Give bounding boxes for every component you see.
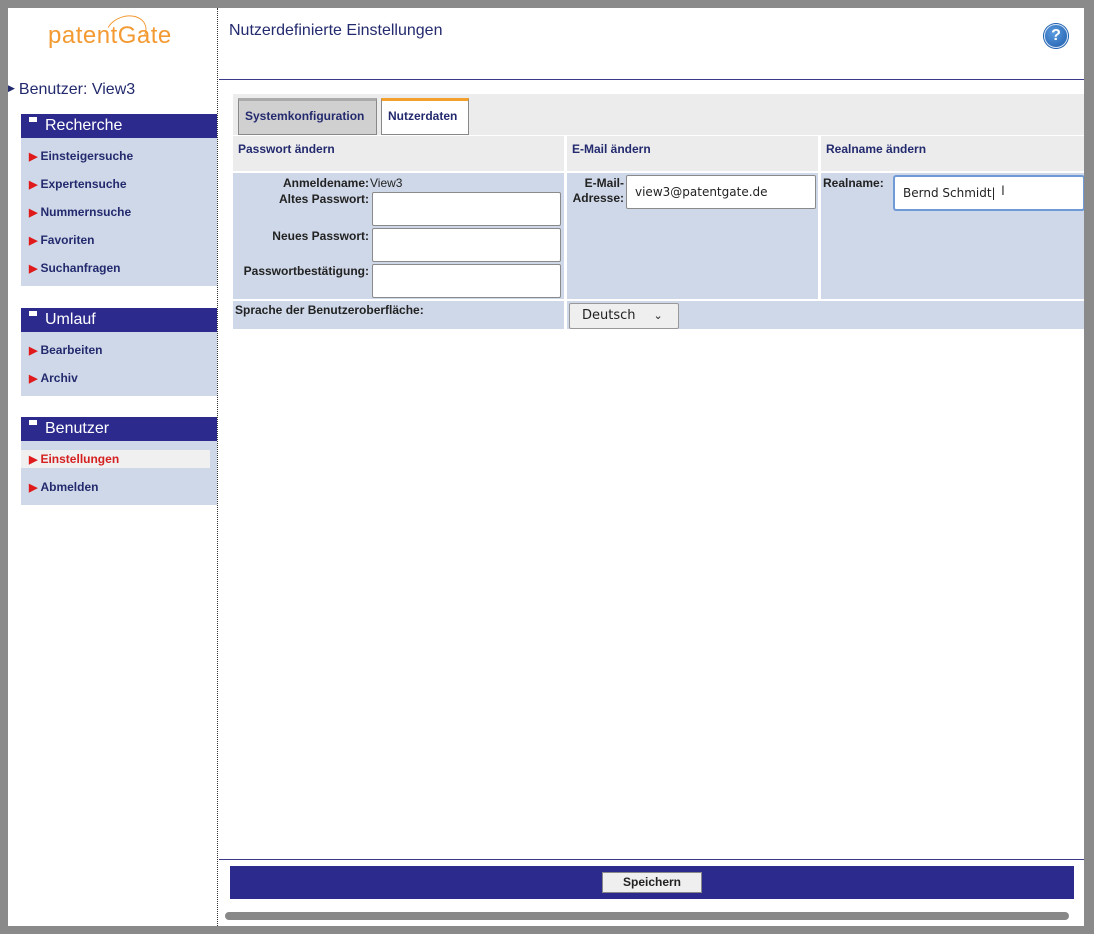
language-selected: Deutsch xyxy=(582,308,636,323)
sidebar-item-einstellungen[interactable]: ▶ Einstellungen xyxy=(21,450,210,468)
collapse-icon xyxy=(29,117,37,122)
email-label-b: Adresse: xyxy=(572,191,624,205)
login-label: Anmeldename: xyxy=(282,176,369,190)
tab-strip: Systemkonfiguration Nutzerdaten xyxy=(233,94,1084,135)
menu-head-benutzer[interactable]: Benutzer xyxy=(21,417,217,441)
realname-input[interactable]: Bernd Schmidt| xyxy=(894,176,1084,210)
menu-benutzer: Benutzer ▶ Einstellungen ▶ Abmelden xyxy=(21,417,217,505)
logo-text-b: tGate xyxy=(110,22,172,49)
old-password-input[interactable] xyxy=(372,192,561,226)
realname-value: Bernd Schmidt xyxy=(903,186,992,200)
arrow-right-icon: ▶ xyxy=(29,151,38,163)
new-password-label: Neues Passwort: xyxy=(272,229,369,243)
arrow-right-icon: ▶ xyxy=(29,454,38,466)
triangle-right-icon: ▶ xyxy=(8,83,15,93)
save-button[interactable]: Speichern xyxy=(602,872,702,893)
patentgate-logo[interactable]: patentGate xyxy=(48,22,188,66)
sidebar-item-nummernsuche[interactable]: ▶ Nummernsuche xyxy=(21,198,217,226)
item-label: Nummernsuche xyxy=(40,205,132,219)
horizontal-scrollbar[interactable] xyxy=(225,912,1069,920)
item-label: Favoriten xyxy=(40,233,95,247)
app-frame: patentGate ▶ Benutzer: View3 Recherche ▶ E… xyxy=(8,8,1084,926)
chevron-down-icon: ⌄ xyxy=(653,309,663,322)
tab-nutzerdaten[interactable]: Nutzerdaten xyxy=(381,98,469,135)
language-label-cell: Sprache der Benutzeroberfläche: xyxy=(233,301,564,329)
sidebar-item-favoriten[interactable]: ▶ Favoriten xyxy=(21,226,217,254)
email-label-a: E-Mail- xyxy=(584,176,624,190)
item-label: Bearbeiten xyxy=(40,343,103,357)
section-title: Umlauf xyxy=(45,311,96,328)
item-label: Expertensuche xyxy=(40,177,127,191)
arrow-right-icon: ▶ xyxy=(29,263,38,275)
sidebar-item-suchanfragen[interactable]: ▶ Suchanfragen xyxy=(21,254,217,282)
text-cursor-icon: I xyxy=(1001,182,1005,198)
logo-text-a: paten xyxy=(48,22,111,49)
menu-umlauf: Umlauf ▶ Bearbeiten ▶ Archiv xyxy=(21,308,217,396)
sidebar-item-bearbeiten[interactable]: ▶ Bearbeiten xyxy=(21,336,217,364)
email-heading: E-Mail ändern xyxy=(567,136,818,171)
tab-systemkonfiguration[interactable]: Systemkonfiguration xyxy=(238,98,377,135)
collapse-icon xyxy=(29,420,37,425)
realname-label: Realname: xyxy=(823,176,884,190)
language-select[interactable]: Deutsch ⌄ xyxy=(569,303,679,329)
section-title: Recherche xyxy=(45,117,123,134)
menu-recherche: Recherche ▶ Einsteigersuche ▶ Expertensuch… xyxy=(21,114,217,286)
confirm-password-input[interactable] xyxy=(372,264,561,298)
arrow-right-icon: ▶ xyxy=(29,373,38,385)
arrow-right-icon: ▶ xyxy=(29,179,38,191)
language-select-cell: Deutsch ⌄ xyxy=(567,301,1084,329)
menu-head-recherche[interactable]: Recherche xyxy=(21,114,217,138)
email-cell: E-Mail- Adresse: view3@patentgate.de xyxy=(567,173,818,299)
save-bar: Speichern xyxy=(230,866,1074,899)
menu-body: ▶ Einsteigersuche ▶ Expertensuche ▶ Nummern… xyxy=(21,138,217,286)
section-title: Benutzer xyxy=(45,420,110,437)
password-heading: Passwort ändern xyxy=(233,136,564,171)
menu-body: ▶ Bearbeiten ▶ Archiv xyxy=(21,332,217,396)
help-icon[interactable]: ? xyxy=(1044,24,1068,48)
login-value: View3 xyxy=(370,176,403,190)
realname-cell: Realname: Bernd Schmidt| I xyxy=(821,173,1084,299)
sidebar-item-abmelden[interactable]: ▶ Abmelden xyxy=(21,473,217,501)
user-label: Benutzer: View3 xyxy=(18,81,136,98)
arrow-right-icon: ▶ xyxy=(29,235,38,247)
item-label: Suchanfragen xyxy=(40,261,121,275)
menu-body: ▶ Einstellungen ▶ Abmelden xyxy=(21,441,217,505)
item-label: Archiv xyxy=(40,371,78,385)
main-content: Nutzerdefinierte Einstellungen ? Systemk… xyxy=(219,8,1084,926)
sidebar-item-einsteigersuche[interactable]: ▶ Einsteigersuche xyxy=(21,142,217,170)
sidebar-item-expertensuche[interactable]: ▶ Expertensuche xyxy=(21,170,217,198)
arrow-right-icon: ▶ xyxy=(29,207,38,219)
sidebar-item-archiv[interactable]: ▶ Archiv xyxy=(21,364,217,392)
menu-head-umlauf[interactable]: Umlauf xyxy=(21,308,217,332)
item-label: Einstellungen xyxy=(40,452,120,466)
arrow-right-icon: ▶ xyxy=(29,482,38,494)
old-password-label: Altes Passwort: xyxy=(278,192,369,206)
sidebar: patentGate ▶ Benutzer: View3 Recherche ▶ E… xyxy=(8,8,218,926)
item-label: Abmelden xyxy=(40,480,99,494)
item-label: Einsteigersuche xyxy=(40,149,134,163)
language-label: Sprache der Benutzeroberfläche: xyxy=(235,303,424,317)
confirm-password-label: Passwortbestätigung: xyxy=(243,264,369,278)
current-user: ▶ Benutzer: View3 xyxy=(8,81,135,99)
collapse-icon xyxy=(29,311,37,316)
realname-heading: Realname ändern xyxy=(821,136,1084,171)
title-divider xyxy=(219,79,1084,80)
email-input[interactable]: view3@patentgate.de xyxy=(626,175,816,209)
arrow-right-icon: ▶ xyxy=(29,345,38,357)
footer-divider xyxy=(219,859,1084,860)
password-cell: Anmeldename: View3 Altes Passwort: Neues… xyxy=(233,173,564,299)
page-title: Nutzerdefinierte Einstellungen xyxy=(229,22,443,39)
new-password-input[interactable] xyxy=(372,228,561,262)
